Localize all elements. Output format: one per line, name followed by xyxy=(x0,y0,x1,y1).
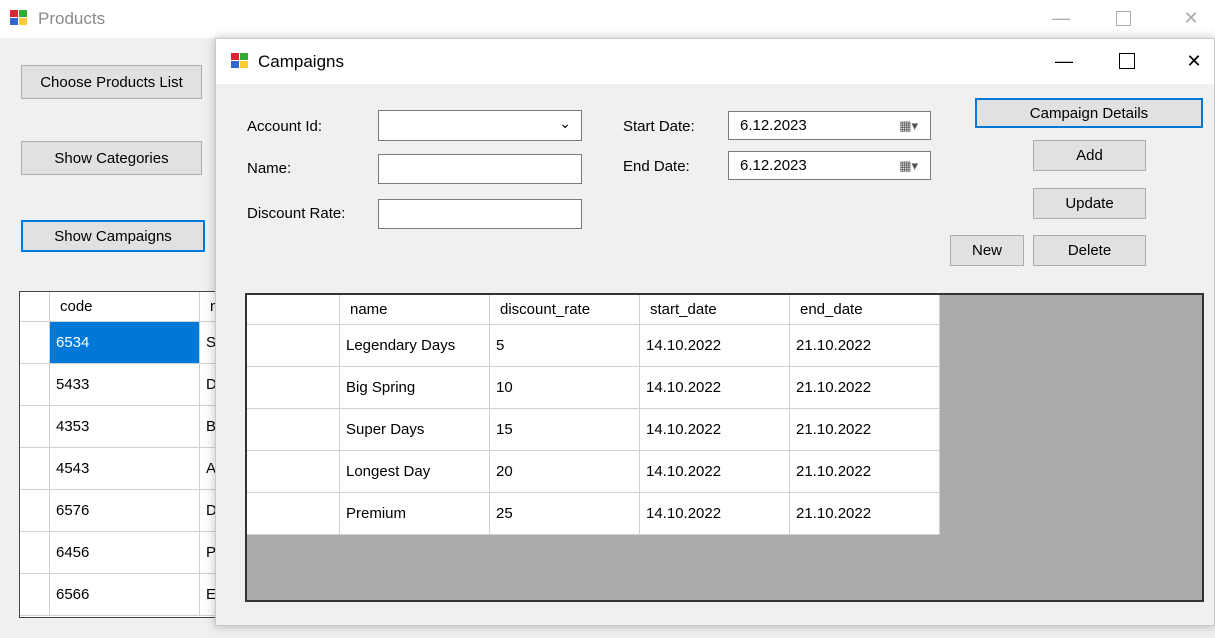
calendar-icon[interactable]: ▦▾ xyxy=(899,118,918,134)
table-cell-code[interactable]: 6456 xyxy=(50,532,200,574)
discount-rate-field[interactable] xyxy=(378,199,582,229)
table-cell-discount-rate[interactable]: 5 xyxy=(490,325,640,367)
chevron-down-icon[interactable]: ⌄ xyxy=(559,115,571,132)
table-cell-name[interactable]: Big Spring xyxy=(340,367,490,409)
table-cell-start-date[interactable]: 14.10.2022 xyxy=(640,493,790,535)
table-cell-name[interactable]: Longest Day xyxy=(340,451,490,493)
row-header[interactable] xyxy=(247,367,340,409)
row-header[interactable] xyxy=(20,490,50,532)
table-cell-name[interactable]: Legendary Days xyxy=(340,325,490,367)
products-minimize-button[interactable]: — xyxy=(1038,0,1084,36)
close-icon: ✕ xyxy=(1186,50,1202,71)
table-cell-start-date[interactable]: 14.10.2022 xyxy=(640,451,790,493)
row-header[interactable] xyxy=(247,451,340,493)
discount-rate-label: Discount Rate: xyxy=(247,205,346,222)
app-icon xyxy=(10,10,28,26)
table-cell-name[interactable]: Super Days xyxy=(340,409,490,451)
start-date-picker[interactable]: 6.12.2023 ▦▾ xyxy=(728,111,931,140)
start-date-label: Start Date: xyxy=(623,118,695,135)
column-header-start-date[interactable]: start_date xyxy=(640,295,790,325)
show-campaigns-button[interactable]: Show Campaigns xyxy=(21,220,205,252)
name-field[interactable] xyxy=(378,154,582,184)
app-icon xyxy=(231,53,249,69)
table-cell-discount-rate[interactable]: 15 xyxy=(490,409,640,451)
table-cell-name[interactable]: Premium xyxy=(340,493,490,535)
calendar-icon[interactable]: ▦▾ xyxy=(899,158,918,174)
table-cell-start-date[interactable]: 14.10.2022 xyxy=(640,367,790,409)
campaigns-close-button[interactable]: ✕ xyxy=(1171,43,1215,79)
campaigns-minimize-button[interactable]: — xyxy=(1041,43,1087,79)
campaign-details-button[interactable]: Campaign Details xyxy=(975,98,1203,128)
maximize-icon xyxy=(1115,10,1131,26)
table-cell-start-date[interactable]: 14.10.2022 xyxy=(640,325,790,367)
column-header-discount-rate[interactable]: discount_rate xyxy=(490,295,640,325)
grid-corner xyxy=(20,292,50,322)
grid-corner xyxy=(247,295,340,325)
row-header[interactable] xyxy=(20,364,50,406)
products-titlebar[interactable]: Products xyxy=(0,0,1215,38)
maximize-icon xyxy=(1119,53,1135,69)
table-cell-code[interactable]: 4543 xyxy=(50,448,200,490)
table-cell-code[interactable]: 4353 xyxy=(50,406,200,448)
row-header[interactable] xyxy=(20,532,50,574)
products-close-button[interactable]: ✕ xyxy=(1168,0,1214,36)
table-cell-start-date[interactable]: 14.10.2022 xyxy=(640,409,790,451)
row-header[interactable] xyxy=(20,322,50,364)
add-button[interactable]: Add xyxy=(1033,140,1146,171)
row-header[interactable] xyxy=(20,574,50,616)
products-title: Products xyxy=(38,9,106,28)
products-grid[interactable]: code n 6534S5433D4353B4543A6576D6456P656… xyxy=(19,291,219,618)
end-date-label: End Date: xyxy=(623,158,690,175)
table-cell-code[interactable]: 6576 xyxy=(50,490,200,532)
table-cell-end-date[interactable]: 21.10.2022 xyxy=(790,493,940,535)
table-cell-end-date[interactable]: 21.10.2022 xyxy=(790,367,940,409)
row-header[interactable] xyxy=(247,409,340,451)
minimize-icon: — xyxy=(1055,50,1073,71)
table-cell-code[interactable]: 5433 xyxy=(50,364,200,406)
table-cell-discount-rate[interactable]: 20 xyxy=(490,451,640,493)
row-header[interactable] xyxy=(247,493,340,535)
table-cell-discount-rate[interactable]: 25 xyxy=(490,493,640,535)
row-header[interactable] xyxy=(20,448,50,490)
table-cell-end-date[interactable]: 21.10.2022 xyxy=(790,409,940,451)
table-cell-discount-rate[interactable]: 10 xyxy=(490,367,640,409)
campaigns-grid[interactable]: name discount_rate start_date end_date L… xyxy=(245,293,1204,602)
update-button[interactable]: Update xyxy=(1033,188,1146,219)
name-label: Name: xyxy=(247,160,292,177)
account-id-label: Account Id: xyxy=(247,118,323,135)
campaigns-window: Campaigns — ✕ Account Id: Name: Discount… xyxy=(215,38,1215,626)
campaigns-titlebar[interactable]: Campaigns — ✕ xyxy=(216,39,1214,84)
show-categories-button[interactable]: Show Categories xyxy=(21,141,202,175)
delete-button[interactable]: Delete xyxy=(1033,235,1146,266)
products-maximize-button[interactable] xyxy=(1100,0,1146,36)
table-cell-end-date[interactable]: 21.10.2022 xyxy=(790,451,940,493)
close-icon: ✕ xyxy=(1183,7,1199,28)
table-cell-code[interactable]: 6566 xyxy=(50,574,200,616)
choose-products-list-button[interactable]: Choose Products List xyxy=(21,65,202,99)
column-header-code[interactable]: code xyxy=(50,292,200,322)
column-header-name[interactable]: name xyxy=(340,295,490,325)
campaigns-title: Campaigns xyxy=(258,52,344,71)
campaigns-maximize-button[interactable] xyxy=(1104,43,1150,79)
row-header[interactable] xyxy=(247,325,340,367)
table-cell-end-date[interactable]: 21.10.2022 xyxy=(790,325,940,367)
row-header[interactable] xyxy=(20,406,50,448)
end-date-picker[interactable]: 6.12.2023 ▦▾ xyxy=(728,151,931,180)
minimize-icon: — xyxy=(1052,7,1070,28)
new-button[interactable]: New xyxy=(950,235,1024,266)
account-id-combobox[interactable]: ⌄ xyxy=(378,110,582,141)
table-cell-code[interactable]: 6534 xyxy=(50,322,200,364)
column-header-end-date[interactable]: end_date xyxy=(790,295,940,325)
